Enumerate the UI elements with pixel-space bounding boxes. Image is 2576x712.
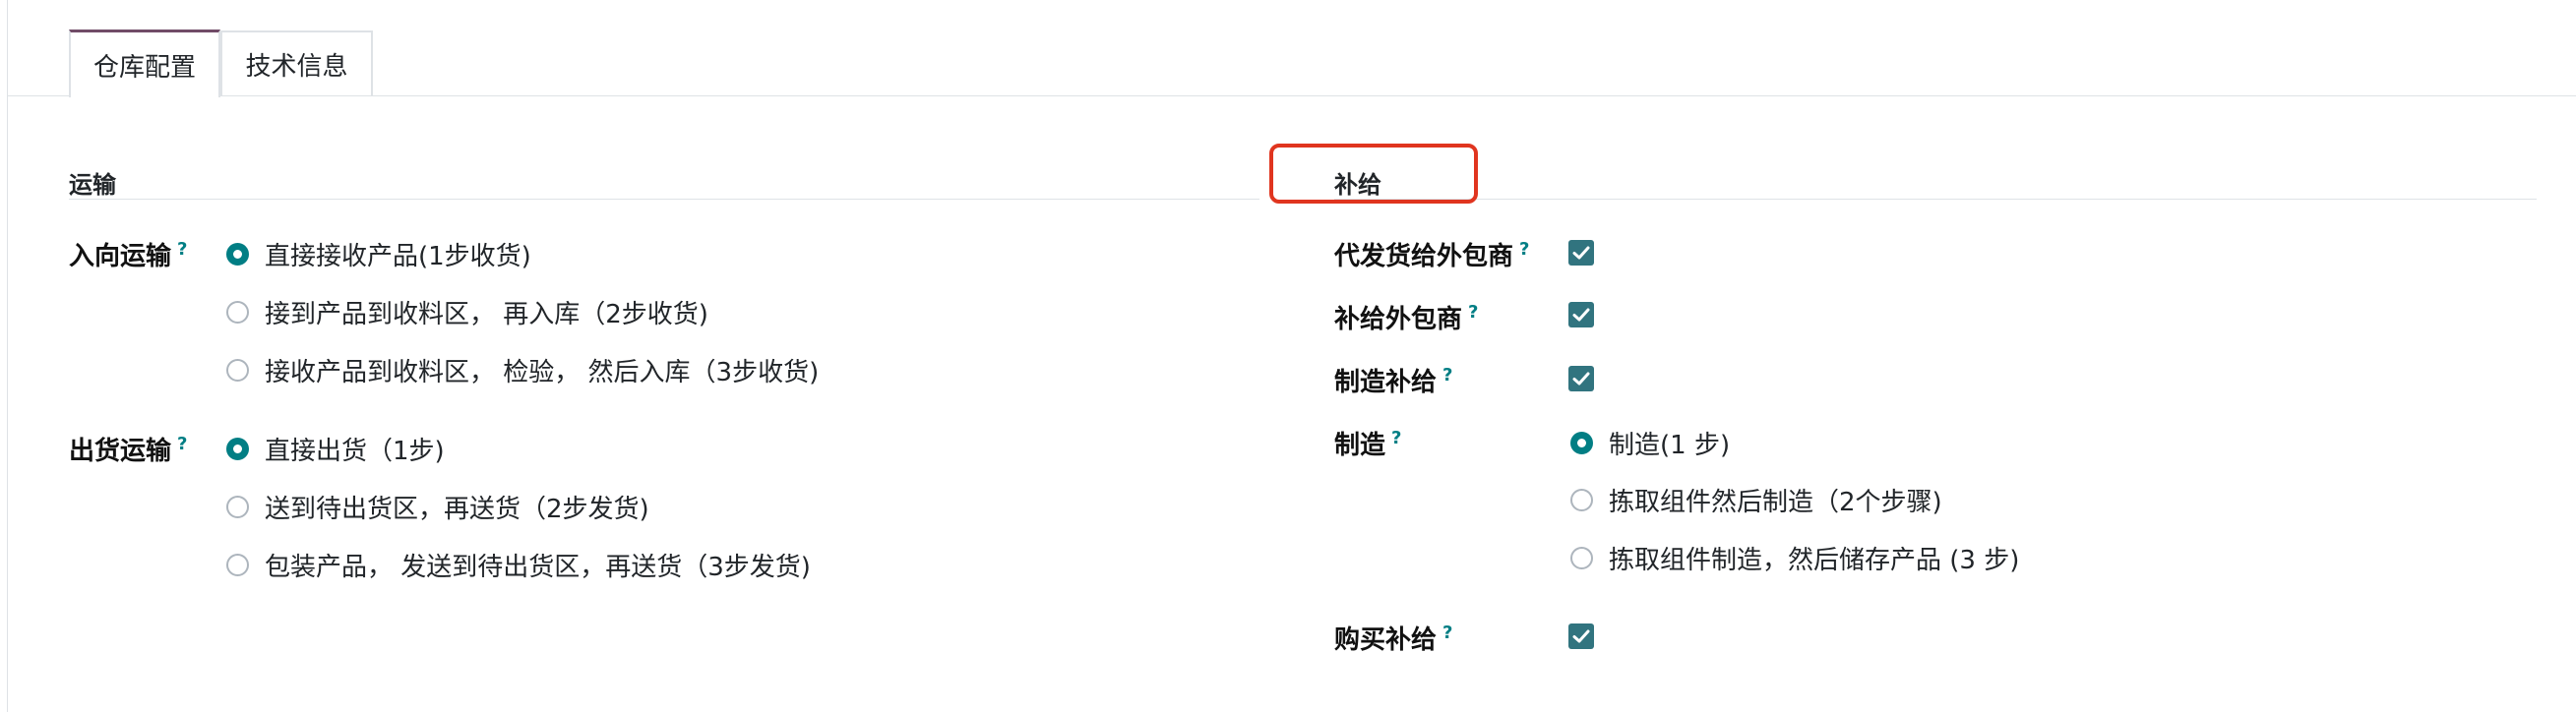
help-icon[interactable]: ? (177, 434, 187, 454)
radio-unchecked-icon[interactable] (1570, 489, 1593, 511)
manufacture-option-1[interactable]: 制造(1 步) (1570, 425, 1730, 461)
buy-resupply-label-text: 购买补给 (1334, 625, 1438, 655)
radio-label: 制造(1 步) (1609, 431, 1731, 460)
radio-label: 拣取组件制造，然后储存产品 (3 步) (1609, 546, 2020, 575)
radio-unchecked-icon[interactable] (226, 496, 249, 518)
resupply-sub-label-text: 补给外包商 (1334, 305, 1463, 334)
resupply-subcontractor-checkbox[interactable] (1568, 302, 1594, 327)
checkmark-icon (1572, 308, 1590, 322)
radio-checked-icon[interactable] (226, 438, 249, 460)
radio-label: 接收产品到收料区， 检验， 然后入库（3步收货) (265, 358, 820, 387)
help-icon[interactable]: ? (1442, 623, 1452, 643)
checkmark-icon (1572, 629, 1590, 643)
radio-label: 直接出货（1步) (265, 437, 445, 466)
manufacture-label: 制造? (1334, 425, 1401, 461)
outgoing-option-2[interactable]: 送到待出货区，再送货（2步发货) (226, 489, 649, 525)
section-rule-shipping (69, 199, 1259, 200)
section-title-shipping: 运输 (69, 171, 116, 199)
incoming-option-1[interactable]: 直接接收产品(1步收货) (226, 236, 531, 272)
help-icon[interactable]: ? (1442, 365, 1452, 386)
radio-unchecked-icon[interactable] (226, 554, 249, 576)
radio-label: 直接接收产品(1步收货) (265, 242, 531, 271)
buy-resupply-checkbox[interactable] (1568, 623, 1594, 649)
radio-checked-icon[interactable] (226, 243, 249, 266)
incoming-option-2[interactable]: 接到产品到收料区， 再入库（2步收货) (226, 294, 708, 330)
outgoing-shipments-label: 出货运输? (69, 431, 187, 467)
incoming-label-text: 入向运输 (69, 242, 172, 271)
radio-checked-icon[interactable] (1570, 432, 1593, 454)
tab-label: 技术信息 (245, 51, 348, 82)
radio-label: 送到待出货区，再送货（2步发货) (265, 495, 649, 524)
dropship-label-text: 代发货给外包商 (1334, 242, 1514, 271)
help-icon[interactable]: ? (1391, 428, 1401, 448)
incoming-shipments-label: 入向运输? (69, 236, 187, 272)
highlight-annotation (1269, 144, 1478, 204)
radio-unchecked-icon[interactable] (226, 301, 249, 324)
help-icon[interactable]: ? (1468, 302, 1478, 323)
buy-resupply-label: 购买补给? (1334, 620, 1452, 656)
radio-label: 包装产品， 发送到待出货区，再送货（3步发货) (265, 553, 811, 582)
help-icon[interactable]: ? (1519, 239, 1529, 260)
manufacture-resupply-checkbox[interactable] (1568, 366, 1594, 391)
manufacture-resupply-label: 制造补给? (1334, 362, 1452, 398)
tab-warehouse-config[interactable]: 仓库配置 (69, 30, 220, 97)
outgoing-option-1[interactable]: 直接出货（1步) (226, 431, 445, 467)
resupply-subcontractor-label: 补给外包商? (1334, 299, 1478, 335)
tab-technical-info[interactable]: 技术信息 (220, 30, 373, 95)
outgoing-option-3[interactable]: 包装产品， 发送到待出货区，再送货（3步发货) (226, 547, 811, 583)
manufacture-option-3[interactable]: 拣取组件制造，然后储存产品 (3 步) (1570, 540, 2019, 576)
checkmark-icon (1572, 246, 1590, 260)
manufacture-resupply-label-text: 制造补给 (1334, 368, 1438, 397)
tab-label: 仓库配置 (92, 52, 196, 83)
radio-unchecked-icon[interactable] (226, 359, 249, 382)
help-icon[interactable]: ? (177, 239, 187, 260)
radio-label: 接到产品到收料区， 再入库（2步收货) (265, 300, 708, 329)
outgoing-label-text: 出货运输 (69, 437, 172, 466)
dropship-subcontractor-label: 代发货给外包商? (1334, 236, 1529, 272)
tabs-underline (7, 95, 2576, 96)
radio-unchecked-icon[interactable] (1570, 547, 1593, 569)
manufacture-option-2[interactable]: 拣取组件然后制造（2个步骤) (1570, 482, 1942, 518)
dropship-subcontractor-checkbox[interactable] (1568, 240, 1594, 266)
left-border (7, 0, 8, 712)
manufacture-label-text: 制造 (1334, 431, 1386, 460)
incoming-option-3[interactable]: 接收产品到收料区， 检验， 然后入库（3步收货) (226, 352, 819, 388)
section-rule-resupply (1334, 199, 2537, 200)
checkmark-icon (1572, 372, 1590, 386)
radio-label: 拣取组件然后制造（2个步骤) (1609, 488, 1942, 517)
